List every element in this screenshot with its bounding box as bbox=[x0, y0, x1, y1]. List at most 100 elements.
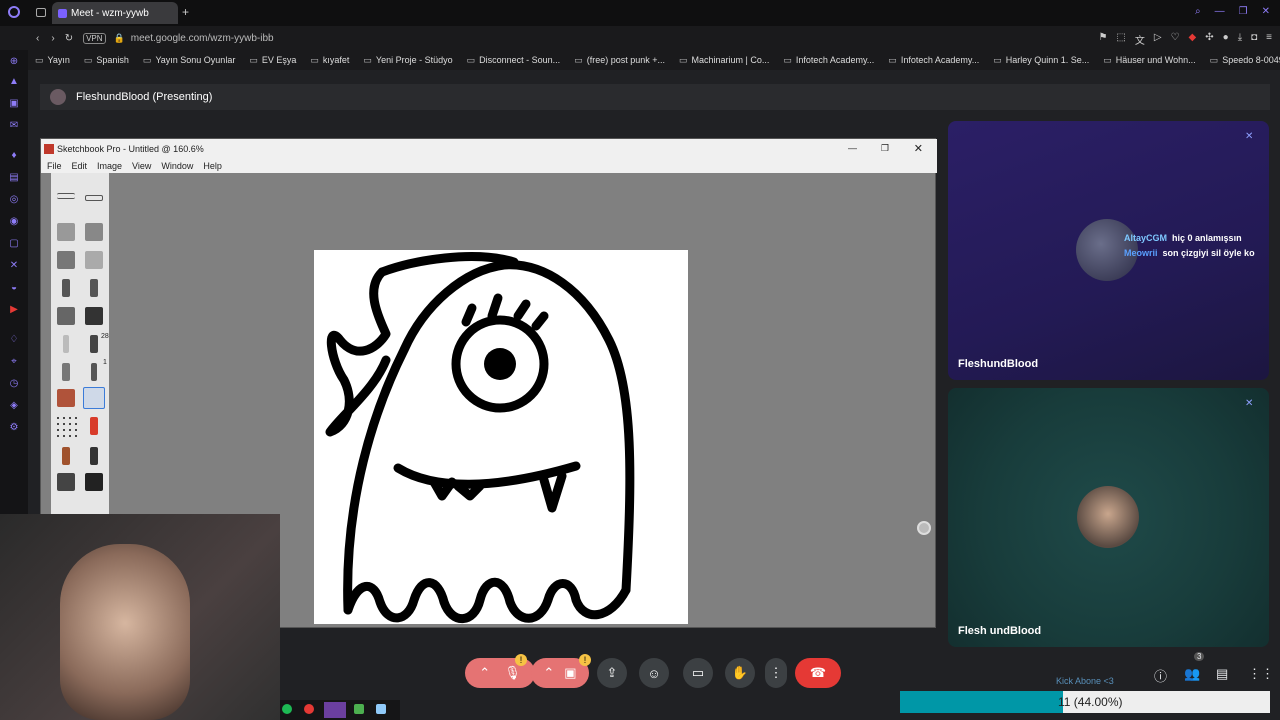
people-icon[interactable]: 👥 bbox=[1184, 666, 1200, 682]
fill-icon[interactable] bbox=[57, 473, 75, 491]
minimize-icon[interactable]: — bbox=[1215, 6, 1225, 17]
screenshot-icon[interactable]: ⬚ bbox=[1116, 32, 1125, 47]
translate-icon[interactable]: 文 bbox=[1135, 32, 1145, 47]
menu-icon[interactable]: ≡ bbox=[1266, 32, 1272, 47]
bookmark-item[interactable]: ▭ Infotech Academy... bbox=[881, 55, 986, 66]
download-icon[interactable]: ⤓ bbox=[1238, 32, 1242, 47]
bookmark-item[interactable]: ▭ Yayın bbox=[28, 55, 77, 66]
new-tab-button[interactable]: + bbox=[182, 5, 189, 19]
raise-hand-button[interactable]: ✋ bbox=[725, 658, 755, 688]
app2-icon[interactable] bbox=[354, 704, 364, 714]
x-icon[interactable]: ✕ bbox=[8, 260, 20, 272]
bookmark-item[interactable]: ▭ Spanish bbox=[77, 55, 136, 66]
profile-icon[interactable]: ● bbox=[1223, 32, 1229, 47]
bookmark-item[interactable]: ▭ Yayın Sonu Oyunlar bbox=[136, 55, 242, 66]
twitch-icon[interactable]: ▤ bbox=[8, 172, 20, 184]
forward-icon[interactable]: › bbox=[51, 33, 54, 44]
brush-28-icon[interactable] bbox=[90, 335, 98, 353]
bookmark-item[interactable]: ▭ (free) post punk +... bbox=[567, 55, 672, 66]
adjust-icon[interactable] bbox=[57, 193, 75, 199]
bookmark-rail-icon[interactable]: ♢ bbox=[8, 334, 20, 346]
pin-icon[interactable]: ⊕ bbox=[8, 56, 20, 68]
app-icon[interactable] bbox=[324, 702, 346, 718]
bookmark-item[interactable]: ▭ EV Eşya bbox=[242, 55, 303, 66]
fountain-icon[interactable] bbox=[85, 307, 103, 325]
camera-icon[interactable]: ◘ bbox=[1251, 32, 1257, 47]
ink-pen-icon[interactable] bbox=[90, 447, 98, 465]
heart-icon[interactable]: ♡ bbox=[1171, 32, 1180, 47]
url-field[interactable]: meet.google.com/wzm-yywb-ibb bbox=[131, 33, 274, 44]
record-icon[interactable] bbox=[304, 704, 314, 714]
pencil-icon[interactable] bbox=[62, 279, 70, 297]
pin2-icon[interactable]: ⌖ bbox=[8, 356, 20, 368]
briefcase-icon[interactable]: ▣ bbox=[8, 98, 20, 110]
captions-button[interactable]: ▭ bbox=[683, 658, 713, 688]
more-options-button[interactable]: ⋮ bbox=[765, 658, 787, 688]
menu-image[interactable]: Image bbox=[97, 161, 122, 171]
present-button[interactable]: ⇪ bbox=[597, 658, 627, 688]
marker-brush-icon[interactable] bbox=[57, 223, 75, 241]
app3-icon[interactable] bbox=[376, 704, 386, 714]
messenger-icon[interactable]: ◎ bbox=[8, 194, 20, 206]
end-call-button[interactable]: ☎ bbox=[795, 658, 841, 688]
bookmark-item[interactable]: ▭ Harley Quinn 1. Se... bbox=[986, 55, 1096, 66]
bookmark-item[interactable]: ▭Speedo 8-00494... bbox=[1203, 55, 1280, 66]
close-icon[interactable]: ✕ bbox=[914, 142, 923, 155]
opera-logo-icon[interactable] bbox=[8, 6, 20, 18]
thin-pen-icon[interactable] bbox=[63, 335, 69, 353]
shop-icon[interactable]: ♦ bbox=[8, 150, 20, 162]
bookmark-item[interactable]: ▭ Häuser und Wohn... bbox=[1096, 55, 1202, 66]
bookmark-item[interactable]: ▭ Machinarium | Co... bbox=[672, 55, 776, 66]
aria-icon[interactable]: ▲ bbox=[8, 76, 20, 88]
chalk-icon[interactable] bbox=[62, 447, 70, 465]
menu-file[interactable]: File bbox=[47, 161, 62, 171]
whatsapp-icon[interactable]: ◉ bbox=[8, 216, 20, 228]
grid-icon[interactable] bbox=[85, 195, 103, 201]
brush-1-icon[interactable] bbox=[91, 363, 97, 381]
mail-icon[interactable]: ✉ bbox=[8, 120, 20, 132]
bookmark-item[interactable]: ▭ Yeni Proje - Stüdyo bbox=[356, 55, 459, 66]
puzzle-icon[interactable]: ✣ bbox=[1205, 32, 1213, 47]
felt-brush-icon[interactable] bbox=[85, 223, 103, 241]
brush-last-icon[interactable] bbox=[85, 473, 103, 491]
youtube-icon[interactable]: ▶ bbox=[8, 304, 20, 316]
bookmark-item[interactable]: ▭ kıyafet bbox=[303, 55, 356, 66]
extension-red-icon[interactable]: ◆ bbox=[1189, 32, 1197, 47]
tab-list-icon[interactable] bbox=[36, 8, 46, 17]
ballpoint-icon[interactable] bbox=[90, 279, 98, 297]
drawing-canvas[interactable] bbox=[314, 250, 688, 624]
participant-tile-1[interactable]: ✕ AltayCGM hiç 0 anlamışsın Meowrii son … bbox=[948, 121, 1269, 380]
texture-brush-icon[interactable] bbox=[55, 415, 79, 437]
inking-icon[interactable] bbox=[57, 307, 75, 325]
airbrush-icon[interactable] bbox=[57, 251, 75, 269]
close-icon[interactable]: ✕ bbox=[1262, 6, 1270, 17]
menu-help[interactable]: Help bbox=[203, 161, 222, 171]
spotify-icon[interactable] bbox=[282, 704, 292, 714]
paintbrush-icon[interactable] bbox=[57, 389, 75, 407]
play-icon[interactable]: ▷ bbox=[1154, 32, 1162, 47]
maximize-icon[interactable]: ❐ bbox=[881, 143, 889, 154]
selected-brush-icon[interactable] bbox=[83, 387, 105, 409]
search-icon[interactable]: ⌕ bbox=[1195, 6, 1201, 17]
bookmark-item[interactable]: ▭ Infotech Academy... bbox=[776, 55, 881, 66]
instagram-icon[interactable]: ▢ bbox=[8, 238, 20, 250]
chat-icon[interactable]: ▤ bbox=[1216, 666, 1228, 682]
back-icon[interactable]: ‹ bbox=[36, 33, 39, 44]
tab-meet[interactable]: Meet - wzm-yywb bbox=[52, 2, 178, 24]
menu-window[interactable]: Window bbox=[161, 161, 193, 171]
history-icon[interactable]: ◷ bbox=[8, 378, 20, 390]
soft-pencil-icon[interactable] bbox=[62, 363, 70, 381]
reload-icon[interactable]: ↻ bbox=[65, 33, 73, 44]
settings-icon[interactable]: ⚙ bbox=[8, 422, 20, 434]
discord-icon[interactable]: ◒ bbox=[8, 282, 20, 294]
minimize-icon[interactable]: — bbox=[848, 143, 857, 153]
menu-edit[interactable]: Edit bbox=[72, 161, 88, 171]
info-icon[interactable]: ⓘ bbox=[1154, 666, 1167, 685]
restore-icon[interactable]: ❐ bbox=[1239, 6, 1248, 17]
emoji-button[interactable]: ☺ bbox=[639, 658, 669, 688]
vpn-badge[interactable]: VPN bbox=[83, 32, 106, 44]
bookmark-item[interactable]: ▭ Disconnect - Soun... bbox=[460, 55, 568, 66]
participant-tile-2[interactable]: ✕ Flesh undBlood bbox=[948, 388, 1269, 647]
bookmark-icon[interactable]: ⚑ bbox=[1098, 32, 1107, 47]
menu-view[interactable]: View bbox=[132, 161, 151, 171]
